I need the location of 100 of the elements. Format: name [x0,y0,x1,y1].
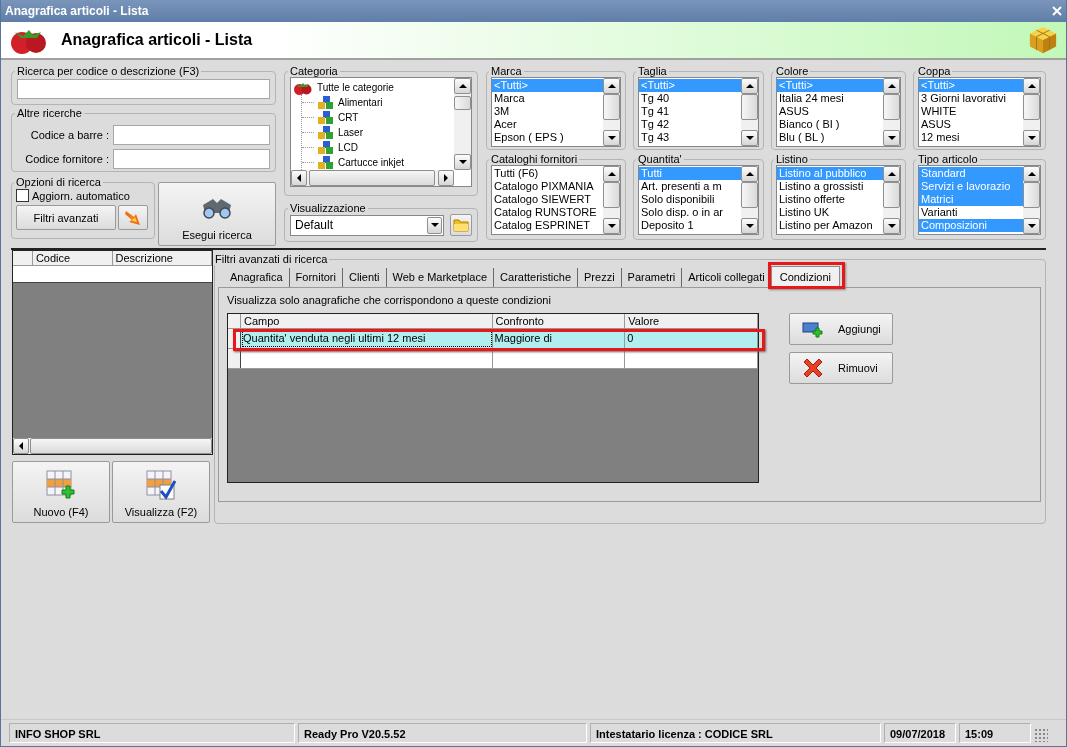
tree-item[interactable]: Cartucce inkjet [338,157,405,168]
field-label: Codice fornitore : [25,153,109,165]
add-button[interactable]: Aggiungi [789,313,893,345]
list-item[interactable]: 3M [492,105,603,118]
folder-icon [453,218,469,232]
binoculars-icon [201,197,233,219]
group-title: Visualizzazione [289,202,367,214]
column-header: Valore [625,314,758,329]
grid-plus-icon [46,470,76,500]
resize-grip[interactable] [1034,728,1048,742]
tree-item[interactable]: Tutte le categorie [317,82,394,93]
field-label: Codice a barre : [30,129,109,141]
status-field: 09/07/2018 [884,723,956,743]
run-search-button[interactable]: Esegui ricerca [158,182,276,246]
group-title: Altre ricerche [16,107,83,119]
checkbox[interactable] [16,189,29,202]
list-item[interactable]: ASUS [919,118,1023,131]
status-field: Ready Pro V20.5.52 [298,723,587,743]
group-title: Colore [775,65,810,77]
group-title: Opzioni di ricerca [15,176,102,188]
scrollbar[interactable] [603,166,620,234]
advanced-filters-button[interactable]: Filtri avanzati [16,205,116,230]
group-title: Ricerca per codice o descrizione (F3) [16,65,201,77]
view-dropdown[interactable]: Default [290,214,444,236]
list-item[interactable]: 3 Giorni lavorativi [919,92,1023,105]
list-item[interactable]: Tg 41 [639,105,741,118]
blocks-icon [318,155,334,170]
group-title: Listino [775,153,809,165]
tree-item[interactable]: Alimentari [338,97,383,108]
status-field: Intestatario licenza : CODICE SRL [590,723,881,743]
scrollbar[interactable] [741,166,758,234]
column-header: Confronto [492,314,626,329]
scrollbar[interactable] [1023,166,1040,234]
window-title: Anagrafica articoli - Lista [5,4,149,18]
list-item[interactable]: Art. presenti a m [639,180,741,193]
group-title: Coppa [917,65,952,77]
remove-button[interactable]: Rimuovi [789,352,893,384]
scrollbar[interactable] [741,78,758,146]
scrollbar[interactable] [603,78,620,146]
cube-icon [1028,25,1058,55]
list-item[interactable]: Tg 43 [639,131,741,144]
list-item[interactable]: Bianco ( BI ) [777,118,883,131]
list-item[interactable]: Catalog RUNSTORE [492,206,603,219]
list-item[interactable]: Catalogo SIEWERT [492,193,603,206]
group-title: Marca [490,65,523,77]
search-field[interactable] [17,79,270,99]
list-item[interactable]: Listino a grossisti [777,180,883,193]
list-item[interactable]: Italia 24 mesi [777,92,883,105]
list-item[interactable]: Solo disp. o in ar [639,206,741,219]
scrollbar[interactable] [883,78,900,146]
new-button[interactable]: Nuovo (F4) [12,461,110,523]
status-field: INFO SHOP SRL [9,723,295,743]
list-item[interactable]: ASUS [777,105,883,118]
list-item[interactable]: 12 mesi [919,131,1023,144]
row-header [228,349,241,368]
list-item[interactable]: Tutti (F6) [492,167,603,180]
table-cell: 0 [625,329,758,348]
group-title: Categoria [289,65,339,77]
list-item[interactable]: Blu ( BL ) [777,131,883,144]
scrollbar[interactable] [883,166,900,234]
table-cell: Quantita' venduta negli ultimi 12 mesi [241,329,493,348]
add-row-icon [802,320,824,338]
list-item[interactable]: Epson ( EPS ) [492,131,603,144]
list-item[interactable]: Listino offerte [777,193,883,206]
delete-icon [802,357,824,379]
close-icon[interactable] [1052,6,1062,16]
group-title: Tipo articolo [917,153,979,165]
blocks-icon [318,125,334,140]
tree-item[interactable]: LCD [338,142,358,153]
list-item[interactable]: Solo disponibili [639,193,741,206]
list-item[interactable]: Varianti [919,206,1023,219]
scrollbar[interactable] [1023,78,1040,146]
status-field: 15:09 [959,723,1031,743]
list-item[interactable]: Tg 40 [639,92,741,105]
group-title: Taglia [637,65,668,77]
list-item[interactable]: Listino UK [777,206,883,219]
column-header: Campo [241,314,493,329]
scrollbar[interactable] [13,438,212,454]
list-item[interactable]: WHITE [919,105,1023,118]
arrow-button[interactable] [118,205,148,230]
input-field[interactable] [113,149,270,169]
view-button[interactable]: Visualizza (F2) [112,461,210,523]
list-item[interactable]: Catalogo PIXMANIA [492,180,603,193]
scrollbar[interactable] [291,170,454,186]
list-item[interactable]: Tg 42 [639,118,741,131]
blocks-icon [318,95,334,110]
tree-item[interactable]: Laser [338,127,363,138]
list-item[interactable]: Catalog ESPRINET [492,219,603,232]
grid-check-icon [146,470,176,500]
list-item[interactable]: Acer [492,118,603,131]
list-item[interactable]: Listino per Amazon [777,219,883,232]
folder-button[interactable] [450,214,472,236]
checkbox-label: Aggiorn. automatico [32,189,130,202]
list-item[interactable]: Deposito 1 [639,219,741,232]
scrollbar[interactable] [454,78,471,170]
input-field[interactable] [113,125,270,145]
group-title: Cataloghi fornitori [490,153,579,165]
tree-item[interactable]: CRT [338,112,359,123]
blocks-icon [318,110,334,125]
list-item[interactable]: Marca [492,92,603,105]
